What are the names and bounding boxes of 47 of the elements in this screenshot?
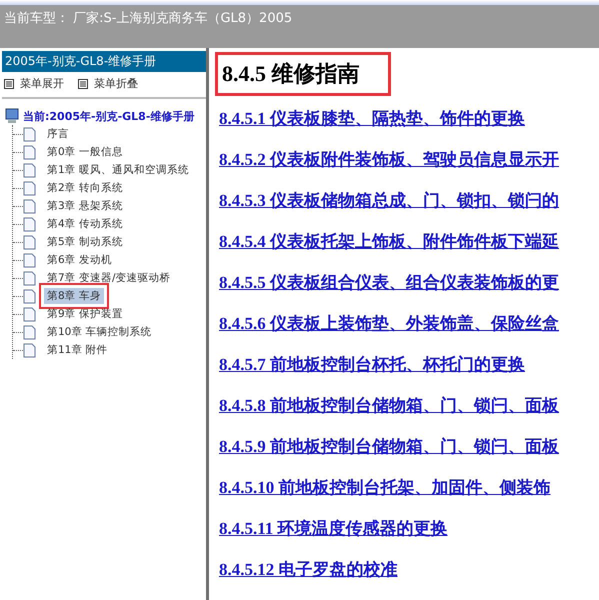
section-link[interactable]: 8.4.5.12 电子罗盘的校准 xyxy=(219,559,398,581)
page-icon xyxy=(23,126,36,142)
section-link[interactable]: 8.4.5.10 前地板控制台托架、加固件、侧装饰 xyxy=(219,477,550,499)
page-icon xyxy=(23,324,36,340)
tree-item[interactable]: 第4章 传动系统 xyxy=(44,216,126,232)
section-link[interactable]: 8.4.5.9 前地板控制台储物箱、门、锁闩、面板 xyxy=(219,436,559,458)
computer-icon xyxy=(4,108,20,124)
section-link[interactable]: 8.4.5.1 仪表板膝垫、隔热垫、饰件的更换 xyxy=(219,108,525,130)
section-link[interactable]: 8.4.5.8 前地板控制台储物箱、门、锁闩、面板 xyxy=(219,395,559,417)
tree-item[interactable]: 第5章 制动系统 xyxy=(44,234,126,250)
tree-item[interactable]: 第1章 暖风、通风和空调系统 xyxy=(44,162,192,178)
section-link[interactable]: 8.4.5.2 仪表板附件装饰板、驾驶员信息显示开 xyxy=(219,149,559,171)
tree-item[interactable]: 第3章 悬架系统 xyxy=(44,198,126,214)
tree-item[interactable]: 第6章 发动机 xyxy=(44,252,116,268)
menu-icon xyxy=(4,78,14,88)
tree-item[interactable]: 第8章 车身 xyxy=(44,288,104,304)
page-icon xyxy=(23,216,36,232)
section-link[interactable]: 8.4.5.11 环境温度传感器的更换 xyxy=(219,518,448,540)
page-icon xyxy=(23,306,36,322)
page-icon xyxy=(23,234,36,250)
sidebar-title: 2005年-别克-GL8-维修手册 xyxy=(2,51,206,72)
section-link[interactable]: 8.4.5.4 仪表板托架上饰板、附件饰件板下端延 xyxy=(219,231,559,253)
menu-link[interactable]: 菜单折叠 xyxy=(78,76,138,91)
page-icon xyxy=(23,162,36,178)
page-icon xyxy=(23,198,36,214)
current-model-text: 当前车型： 厂家:S-上海别克商务车（GL8）2005 xyxy=(4,10,292,27)
section-link[interactable]: 8.4.5.6 仪表板上装饰垫、外装饰盖、保险丝盒 xyxy=(219,313,559,335)
page-icon xyxy=(23,288,36,304)
page-icon xyxy=(23,342,36,358)
tree-item[interactable]: 第10章 车辆控制系统 xyxy=(44,324,155,340)
page-icon xyxy=(23,180,36,196)
tree-item[interactable]: 序言 xyxy=(44,126,72,142)
section-link[interactable]: 8.4.5.7 前地板控制台杯托、杯托门的更换 xyxy=(219,354,525,376)
tree-item[interactable]: 第7章 变速器/变速驱动桥 xyxy=(44,270,174,286)
tree-item[interactable]: 第2章 转向系统 xyxy=(44,180,126,196)
menu-link[interactable]: 菜单展开 xyxy=(4,76,64,91)
page-icon xyxy=(23,144,36,160)
page-icon xyxy=(23,252,36,268)
section-heading: 8.4.5 维修指南 xyxy=(215,52,390,96)
menu-icon xyxy=(78,78,88,88)
section-link[interactable]: 8.4.5.3 仪表板储物箱总成、门、锁扣、锁闩的 xyxy=(219,190,559,212)
tree-root-label[interactable]: 当前:2005年-别克-GL8-维修手册 xyxy=(23,108,194,124)
tree-item[interactable]: 第11章 附件 xyxy=(44,342,111,358)
tree-item[interactable]: 第9章 保护装置 xyxy=(44,306,126,322)
section-link[interactable]: 8.4.5.5 仪表板组合仪表、组合仪表装饰板的更 xyxy=(219,272,559,294)
tree-item[interactable]: 第0章 一般信息 xyxy=(44,144,126,160)
page-icon xyxy=(23,270,36,286)
